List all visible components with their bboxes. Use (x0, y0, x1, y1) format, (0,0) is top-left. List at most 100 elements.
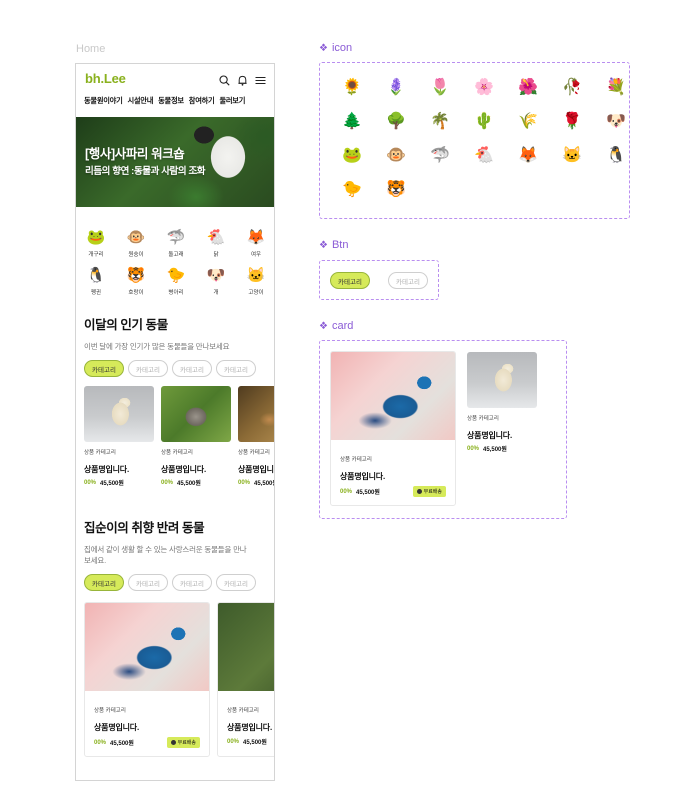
hibiscus-icon: 🌺 (518, 79, 538, 96)
product-name: 상품명입니다. (84, 465, 129, 474)
product-category: 상품 카테고리 (84, 450, 116, 456)
chip[interactable]: 카테고리 (128, 574, 168, 591)
cactus-icon: 🌵 (474, 113, 494, 130)
rice-icon: 🌾 (518, 113, 538, 130)
animal-item[interactable]: 🐤 병아리 (156, 266, 196, 296)
cat-icon: 🐱 (246, 267, 266, 284)
cherry-blossom-icon: 🌸 (474, 79, 494, 96)
animal-label: 여우 (250, 252, 262, 258)
nav-item[interactable]: 참여하기 (189, 96, 215, 114)
chip[interactable]: 카테고리 (388, 272, 428, 289)
hero-title: [행사]사파리 워크숍 (85, 147, 185, 161)
component-icon: ❖ (319, 239, 328, 251)
chip-active[interactable]: 카테고리 (84, 360, 124, 377)
bouquet-icon: 💐 (606, 79, 626, 96)
discount-rate: 00% (161, 479, 174, 486)
price: 45,500원 (243, 740, 267, 746)
component-icon: ❖ (319, 42, 328, 54)
chip-active[interactable]: 카테고리 (84, 574, 124, 591)
wilted-flower-icon: 🥀 (562, 79, 582, 96)
nav-item[interactable]: 시설안내 (127, 96, 153, 114)
chip-active[interactable]: 카테고리 (330, 272, 370, 289)
section-description: 집에서 같이 생활 할 수 있는 사랑스러운 동물들을 만나보세요. (84, 545, 247, 565)
card-section-title: ❖ card (319, 320, 354, 332)
chip[interactable]: 카테고리 (128, 360, 168, 377)
product-card[interactable]: 상품 카테고리 상품명입니다. 00%45,500원 (84, 386, 154, 487)
product-card[interactable]: 상품 카테고리 상품명입니다. 00% 45,500원 (217, 602, 274, 757)
animal-item[interactable]: 🐯 호랑이 (116, 266, 156, 296)
discount-rate: 00% (467, 445, 480, 452)
product-card[interactable]: 상품 카테고리 상품명입니다. 00%45,500원 (467, 352, 537, 453)
product-card[interactable]: 상품 카테고리 상품명입니다. 00% 45,500원 무료배송 (84, 602, 210, 757)
chicken-icon: 🐔 (206, 229, 226, 246)
shark-icon: 🦈 (166, 229, 186, 246)
pets-section: 집순이의 취향 반려 동물 집에서 같이 생활 할 수 있는 사랑스러운 동물들… (76, 517, 274, 757)
product-card[interactable]: 상품 카테고리 상품명입니다. 00%45,500원 (161, 386, 231, 487)
chip[interactable]: 카테고리 (172, 360, 212, 377)
hero-subtitle: 리듬의 향연 :동물과 사람의 조화 (85, 166, 206, 177)
animal-label: 원숭이 (128, 252, 144, 258)
chicken-icon: 🐔 (474, 147, 494, 164)
animal-label: 개 (213, 290, 219, 296)
product-image (85, 603, 209, 691)
section-description: 이번 달에 가장 인기가 많은 동물들을 만나보세요 (84, 342, 230, 351)
animal-category-grid: 🐸 개구리 🐵 원숭이 🦈 돌고래 🐔 닭 🦊 여우 🐧 펭귄 🐯 호랑이 🐤 병아리 🐶 개 🐱… (76, 207, 274, 296)
product-image (218, 603, 274, 691)
animal-item[interactable]: 🐸 개구리 (76, 228, 116, 258)
chick-icon: 🐤 (166, 267, 186, 284)
product-category: 상품 카테고리 (161, 450, 193, 456)
shark-icon: 🦈 (430, 147, 450, 164)
product-card[interactable]: 상품 카테고리 상품명입니다. 00% 45,500원 무료배송 (330, 351, 456, 506)
nav-item[interactable]: 둘러보기 (219, 96, 245, 114)
animal-label: 호랑이 (128, 290, 144, 296)
penguin-icon: 🐧 (606, 147, 626, 164)
fox-icon: 🦊 (246, 229, 266, 246)
animal-label: 닭 (213, 252, 219, 258)
animal-item[interactable]: 🐶 개 (196, 266, 236, 296)
price: 45,500원 (356, 490, 380, 496)
product-name: 상품명입니다. (238, 465, 274, 474)
bell-icon[interactable] (237, 73, 248, 86)
badge-label: 무료배송 (177, 740, 196, 746)
product-category: 상품 카테고리 (94, 708, 126, 714)
product-name: 상품명입니다. (227, 723, 272, 732)
component-icon: ❖ (319, 320, 328, 332)
animal-item[interactable]: 🐔 닭 (196, 228, 236, 258)
product-image (84, 386, 154, 442)
product-category: 상품 카테고리 (340, 457, 372, 463)
hero-banner[interactable]: [행사]사파리 워크숍 리듬의 향연 :동물과 사람의 조화 (76, 117, 274, 207)
animal-item[interactable]: 🐧 펭귄 (76, 266, 116, 296)
product-carousel: 상품 카테고리 상품명입니다. 00% 45,500원 무료배송 상품 카테고리… (76, 602, 274, 757)
section-title: 집순이의 취향 반려 동물 (84, 521, 205, 535)
popular-section: 이달의 인기 동물 이번 달에 가장 인기가 많은 동물들을 만나보세요 카테고… (76, 314, 274, 487)
discount-rate: 00% (84, 479, 97, 486)
animal-item[interactable]: 🦊 여우 (236, 228, 274, 258)
check-icon (170, 740, 176, 745)
animal-item[interactable]: 🦈 돌고래 (156, 228, 196, 258)
chip[interactable]: 카테고리 (172, 574, 212, 591)
price: 45,500원 (110, 741, 134, 747)
chip[interactable]: 카테고리 (216, 360, 256, 377)
animal-item[interactable]: 🐱 고양이 (236, 266, 274, 296)
search-icon[interactable] (219, 73, 230, 86)
animal-item[interactable]: 🐵 원숭이 (116, 228, 156, 258)
nav-item[interactable]: 동물원이야기 (84, 96, 123, 114)
dog-icon: 🐶 (206, 267, 226, 284)
price: 45,500원 (177, 481, 201, 487)
chip[interactable]: 카테고리 (216, 574, 256, 591)
menu-icon[interactable] (255, 73, 266, 84)
product-image (331, 352, 455, 440)
product-carousel: 상품 카테고리 상품명입니다. 00% 45,500원 상품 카테고리 상품명입니… (76, 386, 274, 487)
fox-icon: 🦊 (518, 147, 538, 164)
nav-item[interactable]: 동물정보 (158, 96, 184, 114)
tiger-icon: 🐯 (386, 181, 406, 198)
badge-label: 무료배송 (423, 489, 442, 495)
palm-tree-icon: 🌴 (430, 113, 450, 130)
logo[interactable]: bh.Lee (85, 71, 126, 86)
price: 45,500원 (100, 481, 124, 487)
product-card[interactable]: 상품 카테고리 상품명입니다. 00%45,500원 (238, 386, 274, 487)
rose-icon: 🌹 (562, 113, 582, 130)
btn-section-title: ❖ Btn (319, 239, 349, 251)
product-name: 상품명입니다. (340, 472, 385, 481)
icon-section-title: ❖ icon (319, 42, 353, 54)
